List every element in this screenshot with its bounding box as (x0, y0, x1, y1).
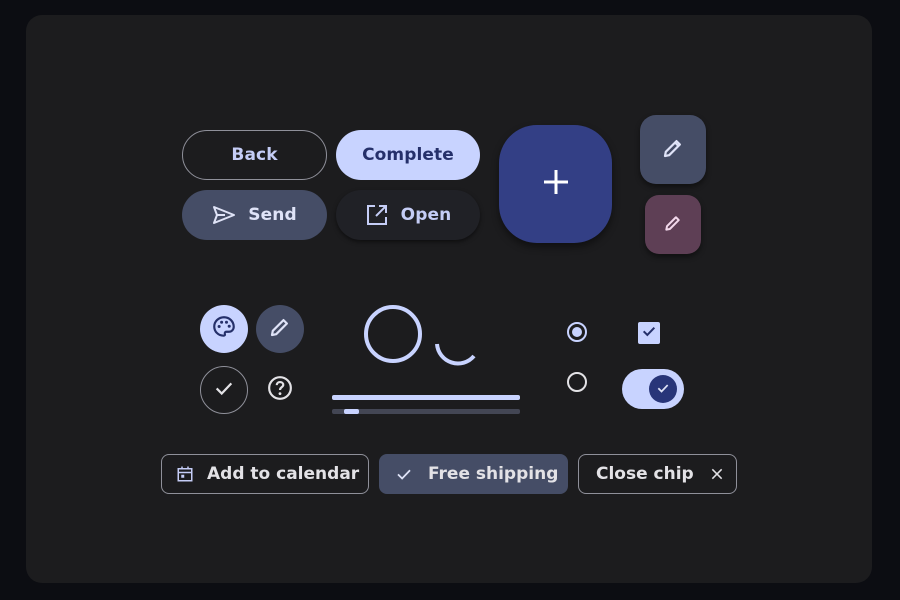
send-icon (212, 205, 236, 225)
switch-toggle[interactable] (622, 369, 684, 409)
open-button-label: Open (400, 205, 452, 225)
linear-progress-fill (344, 409, 359, 414)
complete-button-label: Complete (362, 145, 454, 165)
radio-selected[interactable] (565, 320, 589, 344)
check-icon-button[interactable] (200, 366, 248, 414)
switch-thumb (649, 375, 677, 403)
add-icon (541, 167, 571, 201)
free-shipping-chip[interactable]: Free shipping (379, 454, 568, 494)
circular-progress-indeterminate (435, 343, 476, 366)
open-in-new-icon (365, 203, 389, 227)
radio-unselected[interactable] (565, 370, 589, 394)
help-icon-button[interactable] (256, 366, 304, 414)
back-button[interactable]: Back (182, 130, 327, 180)
chip-label: Close chip (596, 464, 694, 484)
linear-progress-full (332, 395, 520, 400)
close-chip[interactable]: Close chip (578, 454, 737, 494)
palette-icon-button[interactable] (200, 305, 248, 353)
check-icon (656, 380, 670, 399)
back-button-label: Back (231, 145, 278, 165)
linear-progress-indeterminate (332, 409, 520, 414)
add-to-calendar-chip[interactable]: Add to calendar (161, 454, 369, 494)
chip-label: Add to calendar (207, 464, 360, 484)
components-panel (26, 15, 872, 583)
edit-fab-small[interactable] (645, 195, 701, 254)
help-circle-icon (267, 375, 293, 405)
chip-label: Free shipping (428, 464, 559, 484)
pencil-icon (268, 315, 292, 343)
send-button-label: Send (248, 205, 297, 225)
pencil-icon (661, 136, 685, 164)
check-icon (641, 323, 657, 343)
pencil-icon (663, 213, 683, 237)
add-fab-large[interactable] (499, 125, 612, 243)
edit-icon-button[interactable] (256, 305, 304, 353)
palette-icon (211, 314, 237, 344)
open-button[interactable]: Open (336, 190, 480, 240)
calendar-icon (176, 465, 194, 483)
complete-button[interactable]: Complete (336, 130, 480, 180)
edit-fab-medium[interactable] (640, 115, 706, 184)
check-icon (395, 465, 413, 483)
checkbox-checked[interactable] (638, 322, 660, 344)
send-button[interactable]: Send (182, 190, 327, 240)
circular-progress-determinate (364, 305, 422, 363)
check-icon (213, 377, 235, 403)
close-icon[interactable] (710, 467, 724, 481)
